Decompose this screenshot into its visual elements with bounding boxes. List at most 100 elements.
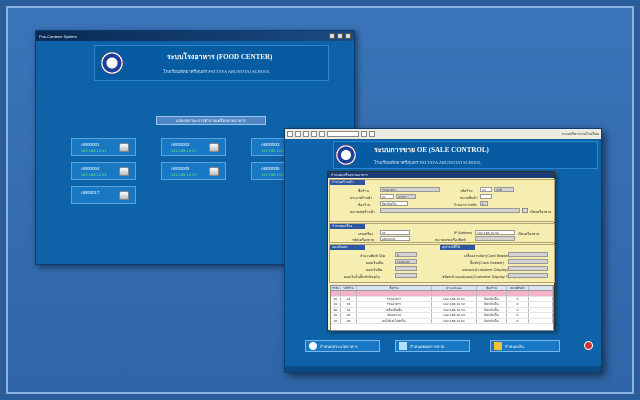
store-section: กำหนดร้านค้า ชื่อร้าน ร้านอาหาร ประเภทร้… bbox=[329, 179, 555, 222]
cash-in-field[interactable]: 1040.00 bbox=[395, 259, 417, 264]
pos-tile[interactable]: AB00017 bbox=[71, 186, 136, 204]
slip-field[interactable]: 0 bbox=[395, 252, 417, 257]
name-field[interactable]: ร้านอาหาร bbox=[380, 187, 440, 192]
food-header: ระบบโรงอาหาร (FOOD CENTER) โรงเรียนพัทยา… bbox=[94, 45, 329, 81]
cash-out-label: ยอดเงินปิด bbox=[366, 268, 383, 272]
pos-tile[interactable]: AB00001 192.168.10.51 bbox=[71, 138, 136, 156]
food-window-titlebar: Pos-Canteen System bbox=[36, 31, 354, 41]
open-label: เปิดเครื่องขาย bbox=[518, 232, 540, 236]
store-section-title: กำหนดร้านค้า bbox=[330, 180, 365, 185]
food-header-subtitle: โรงเรียนพัทยาศรีสุนทร PATTAYA ARUNOTAI S… bbox=[163, 69, 271, 74]
pos-tile-name: AB00003 bbox=[261, 142, 280, 147]
customer-label: หมวดสินค้า bbox=[460, 196, 478, 200]
cash-section-title: จองเงินสด bbox=[330, 245, 365, 250]
cash-out-field[interactable] bbox=[395, 266, 417, 271]
maximize-button[interactable] bbox=[337, 33, 343, 39]
pos-tile-name: AB00006 bbox=[261, 166, 280, 171]
display-type-label: ชนิดหน้าจอแสดงผล(Customer Display Type) bbox=[442, 275, 516, 279]
pos-section-title: กำหนดเครื่อง bbox=[330, 224, 365, 229]
toolbar-icon[interactable] bbox=[295, 131, 301, 137]
display-select[interactable] bbox=[508, 266, 548, 271]
register-icon bbox=[209, 167, 219, 176]
grid-col-header[interactable]: IP Address bbox=[432, 286, 477, 290]
pos-tile-name: AB00004 bbox=[81, 166, 100, 171]
food-window-title: Pos-Canteen System bbox=[39, 33, 77, 39]
pos-tile[interactable]: AB00005 192.168.10.55 bbox=[161, 162, 226, 180]
display-label: แสดงผล(Customer Display) bbox=[462, 268, 509, 272]
browse-button[interactable] bbox=[522, 208, 528, 213]
close-window-button[interactable] bbox=[345, 33, 351, 39]
pos-code-field[interactable]: AB00001 bbox=[380, 236, 410, 241]
pos-tile-ip: 192.168.10.56 bbox=[261, 173, 287, 177]
pos-tile[interactable]: AB00002 192.168.10.52 bbox=[161, 138, 226, 156]
cash-total-label: ยอดเงินในลิ้นชักปัจจุบัน bbox=[344, 275, 380, 279]
shop-type-name-field: อาหาร bbox=[396, 194, 416, 199]
sale-header-subtitle: โรงเรียนพัทยาศรีสุนทร PATTAYA ARUNOTAI S… bbox=[374, 160, 482, 165]
sale-header: ระบบการขาย OE (SALE CONTROL) โรงเรียนพัท… bbox=[333, 141, 598, 169]
toolbar-icon[interactable] bbox=[303, 131, 309, 137]
pos-tile-name: AB00001 bbox=[81, 142, 100, 147]
active-label: เปิดเครื่องขาย bbox=[530, 210, 552, 214]
name-label: ชื่อร้าน bbox=[358, 189, 369, 193]
device-section-title: อุปกรณ์ที่ใช้ bbox=[440, 245, 475, 250]
food-type-button[interactable]: กำหนดประเภทอาหาร bbox=[305, 340, 380, 352]
code-label: รหัสร้าน bbox=[460, 189, 473, 193]
toolbar-icon[interactable] bbox=[287, 131, 293, 137]
pos-section: กำหนดเครื่อง เลขเครื่อง 21 รหัสเครื่องขา… bbox=[329, 223, 555, 243]
pos-no-field[interactable]: 21 bbox=[380, 230, 410, 235]
level-field[interactable]: 0 bbox=[480, 201, 488, 206]
cash-drawer-select[interactable] bbox=[508, 259, 548, 264]
sales-total-button[interactable]: กำหนดยอดการขาย bbox=[395, 340, 470, 352]
cash-in-label: ยอดเงินเปิด bbox=[366, 261, 384, 265]
pos-tile-name: AB00017 bbox=[81, 190, 100, 195]
pos-grid: ลำดับ รหัสร้าน ชื่อร้าน IP Address ห้องร… bbox=[330, 285, 554, 331]
ip-field[interactable]: 192.168.10.50 bbox=[475, 230, 515, 235]
toolbar-icon[interactable] bbox=[369, 131, 375, 137]
level-label: ร้านอาหารหลัก bbox=[454, 203, 478, 207]
school-logo-icon bbox=[336, 145, 356, 165]
sales-icon bbox=[399, 342, 407, 350]
toolbar-select[interactable] bbox=[327, 131, 359, 137]
display-type-select[interactable] bbox=[508, 273, 548, 278]
grid-col-header[interactable]: รหัสร้าน bbox=[341, 286, 357, 290]
toolbar-icon[interactable] bbox=[361, 131, 367, 137]
zone-label: ห้องร้าน bbox=[358, 203, 371, 207]
grid-col-header[interactable]: ชื่อร้าน bbox=[357, 286, 432, 290]
grid-col-header[interactable] bbox=[529, 286, 553, 290]
sale-window-title: ระบบบริหารงานโรงเรียน bbox=[561, 132, 599, 136]
minimize-button[interactable] bbox=[329, 33, 335, 39]
status-section-label: แสดงสถานะการทำงานเครื่องขายอาหาร bbox=[156, 116, 266, 125]
zone-field[interactable]: ปิดกลับเป็น bbox=[380, 201, 408, 206]
register-icon bbox=[119, 167, 129, 176]
customer-field[interactable] bbox=[480, 194, 492, 199]
code-field[interactable]: 20 bbox=[480, 187, 492, 192]
desc-field[interactable] bbox=[380, 208, 520, 213]
pos-tile-ip: 192.168.10.53 bbox=[261, 149, 287, 153]
sale-window-toolbar: ระบบบริหารงานโรงเรียน bbox=[285, 129, 601, 139]
food-icon bbox=[309, 342, 317, 350]
grid-col-header[interactable]: ห้องร้าน bbox=[477, 286, 507, 290]
cash-button[interactable]: กำหนดเงิน bbox=[490, 340, 560, 352]
pos-prefix-field[interactable] bbox=[475, 236, 515, 241]
pos-tile[interactable]: AB00004 192.168.10.54 bbox=[71, 162, 136, 180]
cash-icon bbox=[494, 342, 502, 350]
grid-col-header[interactable]: ลำดับ bbox=[331, 286, 341, 290]
sale-control-window: ระบบบริหารงานโรงเรียน ระบบการขาย OE (SAL… bbox=[284, 128, 602, 373]
pos-tile-ip: 192.168.10.55 bbox=[171, 173, 197, 177]
shop-type-field[interactable]: 01 bbox=[380, 194, 394, 199]
sales-total-button-label: กำหนดยอดการขาย bbox=[410, 343, 445, 349]
status-field: ปกติ bbox=[494, 187, 514, 192]
toolbar-icon[interactable] bbox=[319, 131, 325, 137]
pos-tile-name: AB00002 bbox=[171, 142, 190, 147]
card-reader-label: เครื่องอ่านบัตร(Card Reader) bbox=[464, 254, 511, 258]
school-logo-icon bbox=[101, 52, 123, 74]
grid-col-header[interactable]: หมวดสินค้า bbox=[507, 286, 529, 290]
toolbar-icon[interactable] bbox=[311, 131, 317, 137]
cash-total-field[interactable] bbox=[395, 273, 417, 278]
pos-config-dialog: กำหนดเครื่องขายอาหาร กำหนดร้านค้า ชื่อร้… bbox=[327, 171, 555, 331]
dialog-title: กำหนดเครื่องขายอาหาร bbox=[328, 172, 554, 178]
table-row[interactable]: 20 06 ผลไม้และไอศกรีม 192.168.10.61 ปิดกลับเ… bbox=[331, 318, 553, 324]
pos-tile-ip: 192.168.10.51 bbox=[81, 149, 107, 153]
card-reader-select[interactable] bbox=[508, 252, 548, 257]
exit-icon[interactable] bbox=[584, 341, 593, 350]
